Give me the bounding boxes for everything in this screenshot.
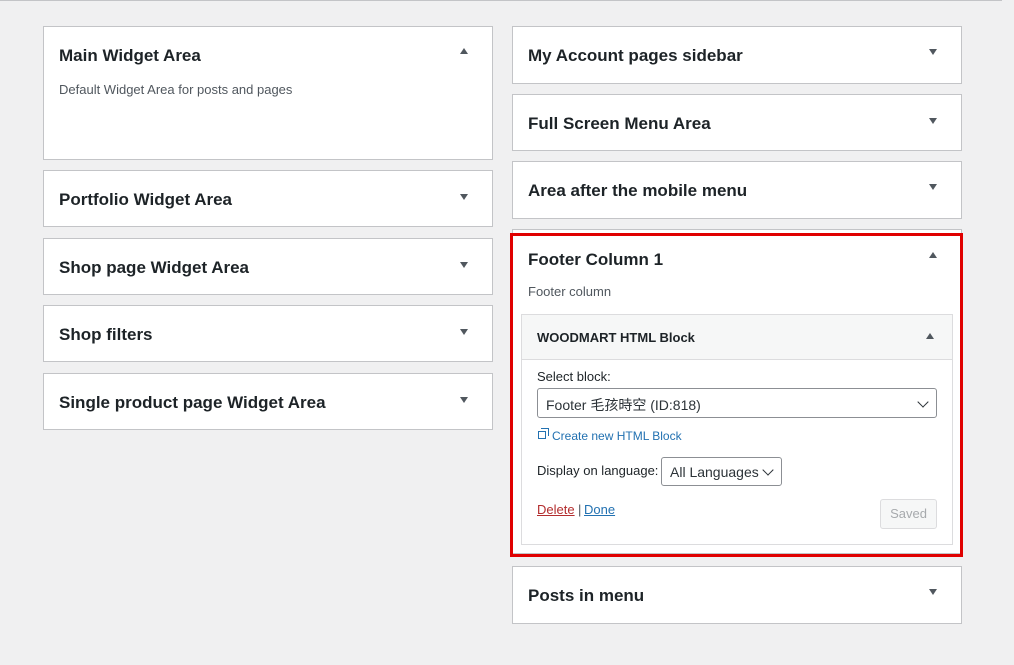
language-dropdown[interactable]: All Languages (661, 457, 782, 486)
widget-title: WOODMART HTML Block (537, 330, 695, 345)
external-link-icon[interactable] (538, 428, 549, 439)
link-separator: | (578, 502, 582, 517)
expand-arrow-icon[interactable] (460, 329, 468, 335)
collapse-arrow-icon[interactable] (926, 333, 934, 339)
delete-link[interactable]: Delete (537, 502, 575, 517)
language-value: All Languages (670, 464, 759, 480)
sidebar-portfolio-widget-area[interactable]: Portfolio Widget Area (43, 170, 493, 227)
chevron-down-icon (917, 396, 929, 408)
sidebar-title[interactable]: Shop page Widget Area (59, 258, 249, 278)
expand-arrow-icon[interactable] (460, 262, 468, 268)
sidebar-title[interactable]: Footer Column 1 (528, 250, 663, 270)
collapse-arrow-icon[interactable] (929, 252, 937, 258)
sidebar-title[interactable]: Shop filters (59, 325, 153, 345)
sidebar-area-after-mobile-menu[interactable]: Area after the mobile menu (512, 161, 962, 219)
sidebar-full-screen-menu-area[interactable]: Full Screen Menu Area (512, 94, 962, 151)
expand-arrow-icon[interactable] (460, 397, 468, 403)
sidebar-title[interactable]: Main Widget Area (59, 46, 201, 66)
expand-arrow-icon[interactable] (929, 49, 937, 55)
chevron-down-icon (762, 464, 774, 476)
sidebar-description: Default Widget Area for posts and pages (59, 82, 293, 97)
saved-button[interactable]: Saved (880, 499, 937, 529)
top-divider (0, 0, 1002, 1)
sidebar-title[interactable]: Single product page Widget Area (59, 393, 326, 413)
expand-arrow-icon[interactable] (929, 118, 937, 124)
done-link[interactable]: Done (584, 502, 615, 517)
sidebar-title[interactable]: Full Screen Menu Area (528, 114, 711, 134)
expand-arrow-icon[interactable] (929, 184, 937, 190)
sidebar-shop-filters[interactable]: Shop filters (43, 305, 493, 362)
sidebar-shop-page-widget-area[interactable]: Shop page Widget Area (43, 238, 493, 295)
create-html-block-link[interactable]: Create new HTML Block (552, 429, 682, 443)
select-block-label: Select block: (537, 369, 611, 384)
select-block-dropdown[interactable]: Footer 毛孩時空 (ID:818) (537, 388, 937, 418)
expand-arrow-icon[interactable] (929, 589, 937, 595)
language-label: Display on language: (537, 463, 659, 478)
collapse-arrow-icon[interactable] (460, 48, 468, 54)
sidebar-description: Footer column (528, 284, 612, 299)
sidebar-title[interactable]: My Account pages sidebar (528, 46, 743, 66)
expand-arrow-icon[interactable] (460, 194, 468, 200)
select-block-value: Footer 毛孩時空 (ID:818) (546, 397, 701, 413)
sidebar-my-account-pages[interactable]: My Account pages sidebar (512, 26, 962, 84)
sidebar-title[interactable]: Posts in menu (528, 586, 644, 606)
sidebar-main-widget-area: Main Widget Area Default Widget Area for… (43, 26, 493, 160)
sidebar-title[interactable]: Portfolio Widget Area (59, 190, 232, 210)
sidebar-single-product-widget-area[interactable]: Single product page Widget Area (43, 373, 493, 430)
widget-header[interactable]: WOODMART HTML Block (522, 315, 952, 360)
sidebar-posts-in-menu[interactable]: Posts in menu (512, 566, 962, 624)
sidebar-title[interactable]: Area after the mobile menu (528, 181, 747, 201)
